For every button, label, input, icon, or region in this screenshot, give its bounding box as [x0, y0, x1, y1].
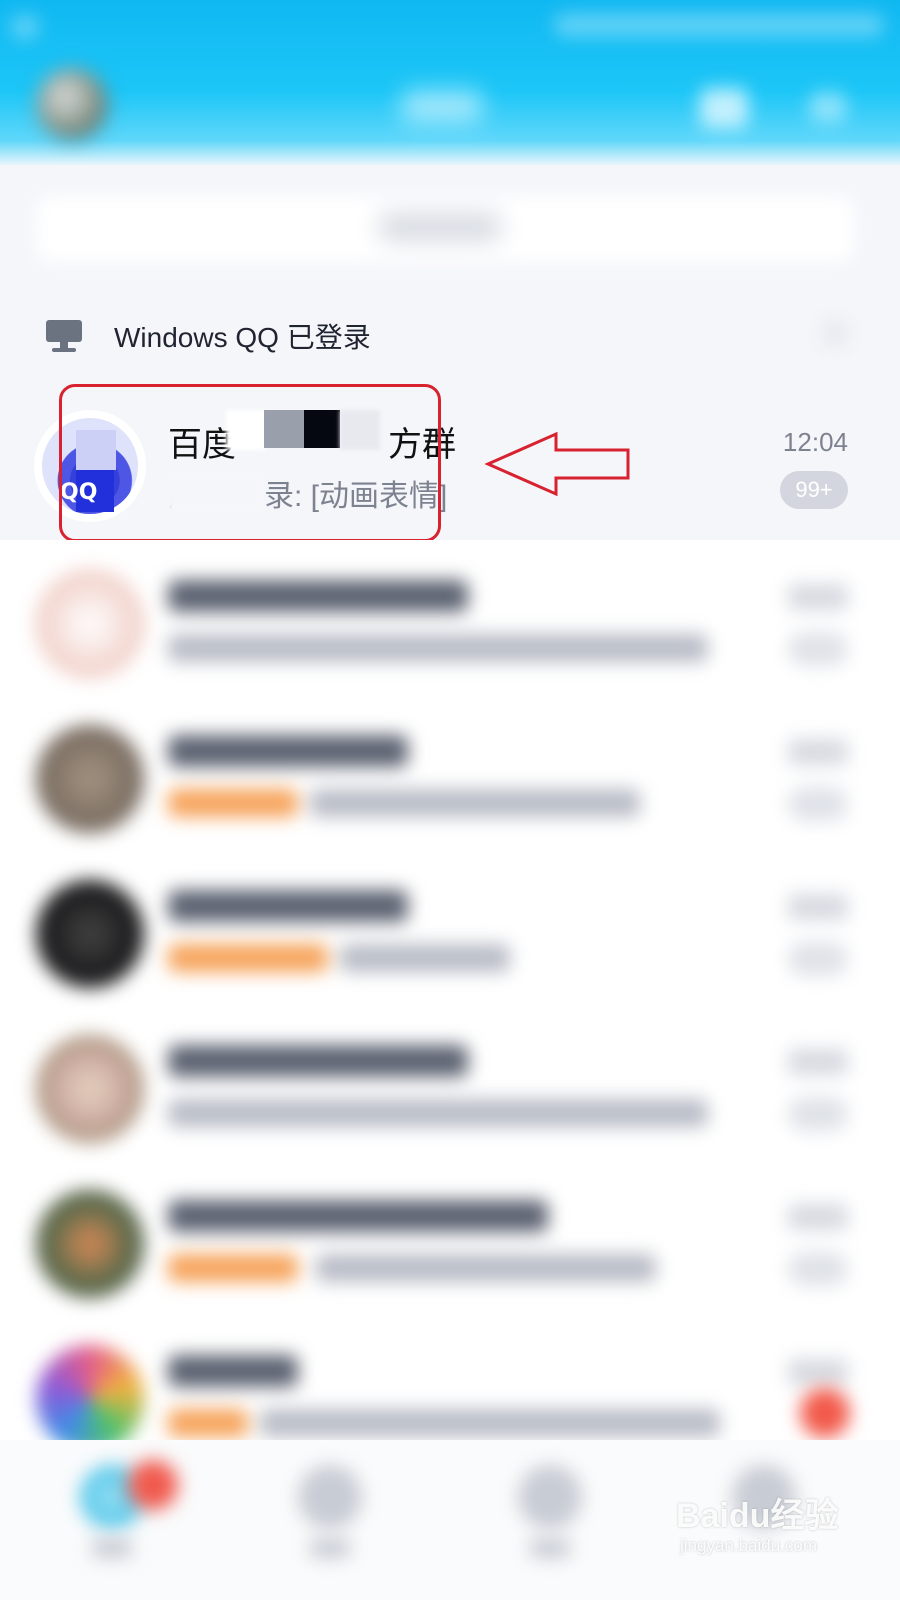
chat-name — [168, 1200, 548, 1232]
chat-row[interactable] — [0, 1160, 900, 1315]
status-bar — [0, 0, 900, 55]
chat-avatar — [36, 725, 144, 833]
chat-avatar — [36, 1035, 144, 1143]
chat-row[interactable] — [0, 850, 900, 1005]
watermark-brand: Baidu经验 — [676, 1497, 839, 1535]
plus-icon[interactable] — [810, 92, 846, 122]
chat-time — [788, 739, 848, 765]
chat-last-message — [260, 1409, 720, 1437]
chat-avatar — [36, 1190, 144, 1298]
profile-avatar[interactable] — [36, 68, 108, 140]
chat-row[interactable] — [0, 1005, 900, 1160]
unread-float-button[interactable] — [800, 1388, 850, 1438]
arrow-left-icon — [484, 431, 630, 497]
mention-tag — [168, 1254, 298, 1282]
chat-time: 12:04 — [782, 427, 848, 457]
highlight-box — [59, 384, 441, 542]
watermark-url: jingyan.baidu.com — [680, 1536, 818, 1555]
unread-badge: 99+ — [780, 471, 848, 509]
nav-messages-label — [92, 1538, 132, 1558]
chat-time — [788, 1049, 848, 1075]
chat-row[interactable] — [0, 695, 900, 850]
nav-discover-label — [530, 1538, 570, 1558]
chat-name — [168, 1355, 298, 1387]
nav-discover-icon[interactable] — [518, 1465, 582, 1529]
unread-badge — [788, 1252, 848, 1286]
chat-name — [168, 890, 408, 922]
chat-last-message — [340, 944, 510, 972]
chat-last-message — [168, 1099, 708, 1127]
chat-avatar — [36, 1345, 144, 1453]
unread-badge — [788, 632, 848, 666]
baidu-jingyan-watermark: Baidu经验 jingyan.baidu.com — [676, 1488, 876, 1568]
chat-name — [168, 1045, 468, 1077]
chat-avatar — [36, 880, 144, 988]
status-icons — [554, 14, 884, 36]
nav-contacts-label — [310, 1538, 350, 1558]
chat-row[interactable] — [0, 540, 900, 695]
search-placeholder: 搜索 — [380, 212, 500, 242]
chat-name — [168, 580, 468, 612]
mention-tag — [168, 944, 328, 972]
computer-icon — [46, 320, 82, 354]
chat-last-message — [168, 634, 708, 662]
unread-badge — [788, 1097, 848, 1131]
chat-last-message — [310, 789, 640, 817]
unread-badge — [788, 942, 848, 976]
contacts-icon[interactable] — [700, 88, 748, 128]
mention-tag — [168, 789, 298, 817]
chat-time — [788, 894, 848, 920]
chat-avatar — [36, 570, 144, 678]
device-login-label: Windows QQ 已登录 — [114, 322, 371, 353]
device-login-row[interactable]: Windows QQ 已登录 — [0, 300, 900, 372]
chat-time — [788, 1359, 848, 1385]
mention-tag — [168, 1409, 248, 1437]
chevron-right-icon — [822, 320, 848, 346]
status-notification-icon — [12, 16, 38, 38]
chat-time — [788, 1204, 848, 1230]
page-title: 消息 — [402, 90, 482, 122]
chat-name — [168, 735, 408, 767]
nav-contacts-icon[interactable] — [298, 1465, 362, 1529]
chat-last-message — [316, 1254, 656, 1282]
nav-unread-badge — [128, 1460, 178, 1510]
top-header: 消息 — [0, 0, 900, 165]
unread-badge — [788, 787, 848, 821]
chat-time — [788, 584, 848, 610]
